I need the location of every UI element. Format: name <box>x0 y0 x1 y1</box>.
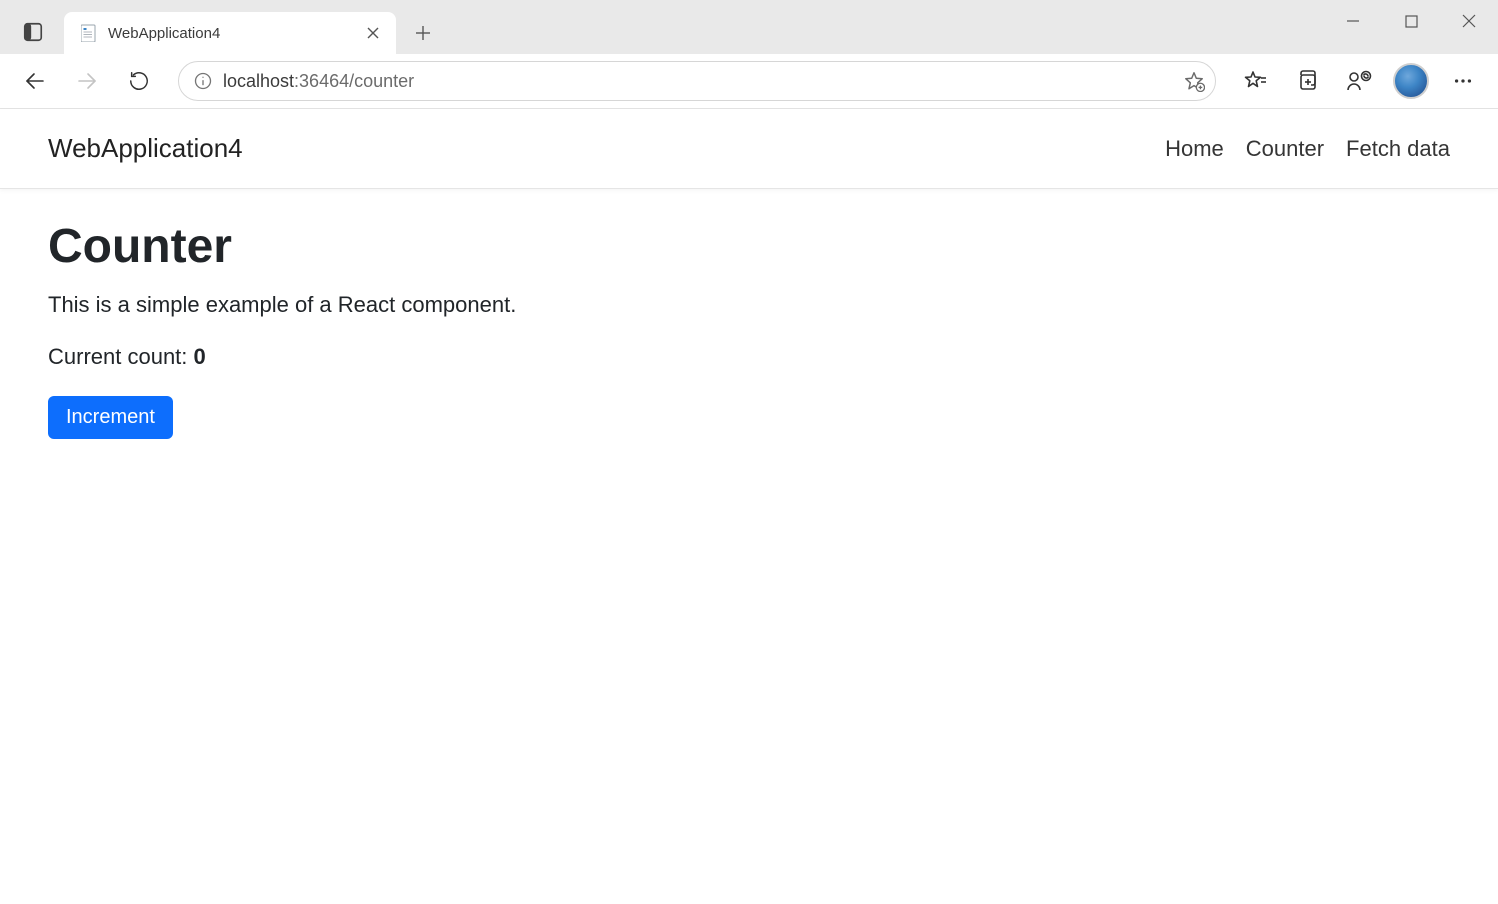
page-viewport: WebApplication4 Home Counter Fetch data … <box>0 109 1498 904</box>
site-header: WebApplication4 Home Counter Fetch data <box>0 109 1498 189</box>
favorites-icon <box>1243 69 1267 93</box>
arrow-right-icon <box>75 69 99 93</box>
profile-button[interactable] <box>1388 58 1434 104</box>
browser-tab[interactable]: WebApplication4 <box>64 12 396 54</box>
favorites-button[interactable] <box>1232 58 1278 104</box>
close-icon <box>1462 14 1476 28</box>
tab-strip: WebApplication4 <box>0 0 444 54</box>
tab-actions-button[interactable] <box>14 13 52 51</box>
star-plus-icon <box>1183 70 1205 92</box>
address-bar[interactable]: localhost:36464/counter <box>178 61 1216 101</box>
window-controls <box>1324 0 1498 42</box>
url-host: localhost <box>223 71 294 91</box>
tab-actions-icon <box>22 21 44 43</box>
site-nav: Home Counter Fetch data <box>1165 136 1450 162</box>
person-sync-icon <box>1346 69 1372 93</box>
close-icon <box>367 27 379 39</box>
new-tab-button[interactable] <box>402 12 444 54</box>
count-readout: Current count: 0 <box>48 344 1450 370</box>
count-label: Current count: <box>48 344 194 369</box>
window-maximize-button[interactable] <box>1382 0 1440 42</box>
ellipsis-icon <box>1452 70 1474 92</box>
window-minimize-button[interactable] <box>1324 0 1382 42</box>
count-value: 0 <box>194 344 206 369</box>
add-favorite-button[interactable] <box>1183 70 1205 92</box>
nav-refresh-button[interactable] <box>116 58 162 104</box>
collections-icon <box>1295 69 1319 93</box>
profile-avatar-icon <box>1393 63 1429 99</box>
more-button[interactable] <box>1440 58 1486 104</box>
tab-title: WebApplication4 <box>108 25 350 42</box>
nav-link-fetch-data[interactable]: Fetch data <box>1346 136 1450 162</box>
account-sync-button[interactable] <box>1336 58 1382 104</box>
refresh-icon <box>128 70 150 92</box>
page-content: Counter This is a simple example of a Re… <box>0 189 1498 469</box>
collections-button[interactable] <box>1284 58 1330 104</box>
nav-forward-button[interactable] <box>64 58 110 104</box>
plus-icon <box>415 25 431 41</box>
nav-back-button[interactable] <box>12 58 58 104</box>
page-description: This is a simple example of a React comp… <box>48 292 1450 318</box>
info-icon <box>193 71 213 91</box>
site-info-button[interactable] <box>193 71 213 91</box>
increment-button[interactable]: Increment <box>48 396 173 439</box>
tab-favicon-icon <box>80 24 98 42</box>
browser-titlebar: WebApplication4 <box>0 0 1498 54</box>
window-close-button[interactable] <box>1440 0 1498 42</box>
brand-link[interactable]: WebApplication4 <box>48 133 243 164</box>
arrow-left-icon <box>23 69 47 93</box>
address-url: localhost:36464/counter <box>223 71 414 92</box>
browser-toolbar: localhost:36464/counter <box>0 54 1498 109</box>
nav-link-counter[interactable]: Counter <box>1246 136 1324 162</box>
minimize-icon <box>1346 14 1360 28</box>
tab-close-button[interactable] <box>360 20 386 46</box>
url-path: :36464/counter <box>294 71 414 91</box>
page-heading: Counter <box>48 219 1450 274</box>
nav-link-home[interactable]: Home <box>1165 136 1224 162</box>
maximize-icon <box>1405 15 1418 28</box>
